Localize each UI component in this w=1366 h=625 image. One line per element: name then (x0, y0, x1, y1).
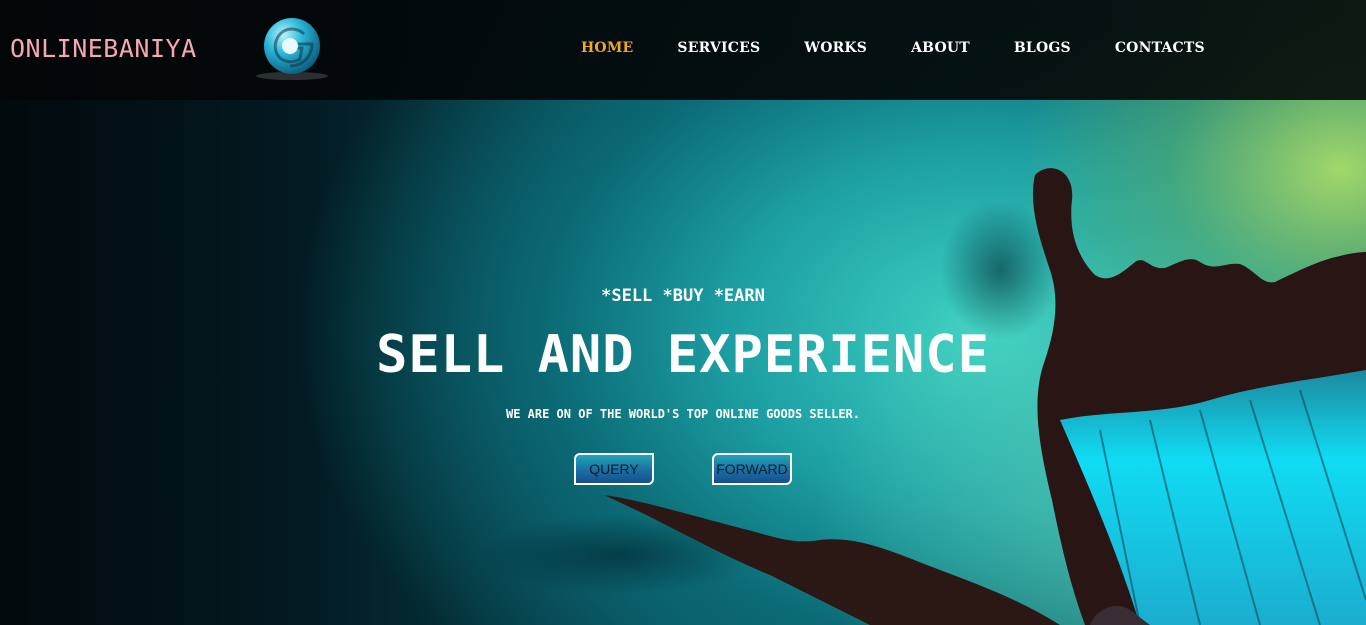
nav-contacts[interactable]: CONTACTS (1115, 40, 1205, 56)
nav-about[interactable]: ABOUT (911, 40, 970, 56)
nav-blogs[interactable]: BLOGS (1014, 40, 1071, 56)
brand-name[interactable]: ONLINEBANIYA (10, 34, 197, 63)
query-button[interactable]: QUERY (574, 453, 654, 485)
nav-services[interactable]: SERVICES (677, 40, 760, 56)
g-logo-icon[interactable] (252, 16, 332, 82)
nav-home[interactable]: HOME (581, 40, 633, 56)
hero-kicker: *SELL *BUY *EARN (601, 286, 765, 306)
hero-subtitle: WE ARE ON OF THE WORLD'S TOP ONLINE GOOD… (505, 407, 860, 421)
top-navbar: ONLINEBANIYA HOME SERVICES WORKS ABOUT B… (0, 0, 1366, 100)
hero-title: SELL AND EXPERIENCE (376, 325, 990, 385)
main-nav: HOME SERVICES WORKS ABOUT BLOGS CONTACTS (581, 40, 1249, 56)
nav-works[interactable]: WORKS (804, 40, 867, 56)
forward-button[interactable]: FORWARD (712, 453, 792, 485)
